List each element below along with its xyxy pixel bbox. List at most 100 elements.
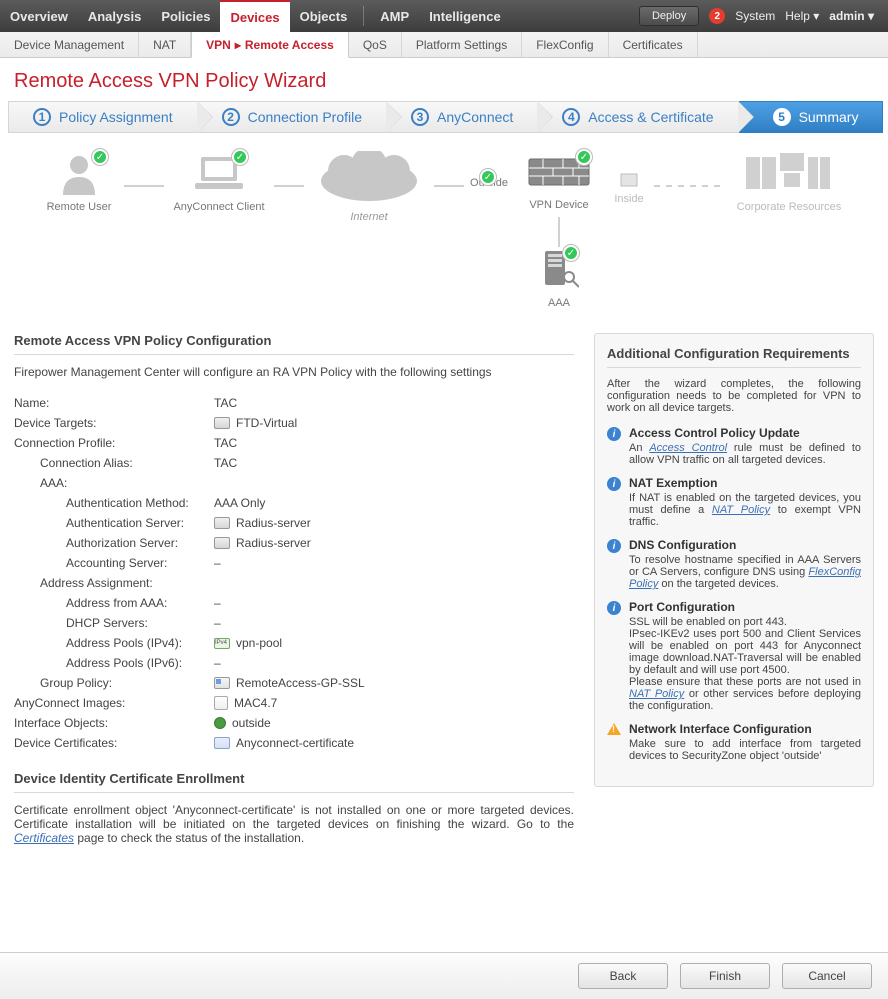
step-summary[interactable]: 5Summary xyxy=(739,101,884,133)
row-auth-method: Authentication Method:AAA Only xyxy=(14,493,574,513)
step-policy-assignment[interactable]: 1 Policy Assignment xyxy=(8,101,198,133)
node-outside: ✓ Outside xyxy=(464,151,514,189)
check-icon: ✓ xyxy=(480,169,496,185)
req-network-interface: Network Interface ConfigurationMake sure… xyxy=(607,722,861,762)
node-label: VPN Device xyxy=(529,199,588,211)
cancel-button[interactable]: Cancel xyxy=(782,963,872,989)
topnav-policies[interactable]: Policies xyxy=(151,0,220,32)
left-section-title: Remote Access VPN Policy Configuration xyxy=(14,333,574,348)
subtab-nat[interactable]: NAT xyxy=(139,32,191,57)
device-icon xyxy=(214,417,230,429)
topnav-amp[interactable]: AMP xyxy=(370,0,419,32)
nat-policy-link[interactable]: NAT Policy xyxy=(712,504,770,516)
chevron-right-icon: ▸ xyxy=(235,38,241,52)
subtab-vpn-remote-access[interactable]: VPN ▸ Remote Access xyxy=(191,32,349,58)
req-title: Access Control Policy Update xyxy=(629,426,861,440)
row-name: Name:TAC xyxy=(14,393,574,413)
subtab-certificates[interactable]: Certificates xyxy=(609,32,698,57)
node-label: Internet xyxy=(350,211,387,223)
subtab-platform-settings[interactable]: Platform Settings xyxy=(402,32,522,57)
node-internet: Internet xyxy=(304,151,434,223)
node-label: Corporate Resources xyxy=(737,201,842,213)
topnav-devices[interactable]: Devices xyxy=(220,0,289,32)
port-icon xyxy=(620,173,638,187)
step-number: 1 xyxy=(33,108,51,126)
node-inside: Inside xyxy=(604,151,654,205)
row-authz-server: Authorization Server:Radius-server xyxy=(14,533,574,553)
ip-pool-icon xyxy=(214,638,230,649)
row-anyconnect-images: AnyConnect Images:MAC4.7 xyxy=(14,693,574,713)
finish-button[interactable]: Finish xyxy=(680,963,770,989)
check-icon: ✓ xyxy=(563,245,579,261)
step-number: 4 xyxy=(562,108,580,126)
req-title: NAT Exemption xyxy=(629,476,861,490)
node-label: Remote User xyxy=(47,201,112,213)
node-label: AAA xyxy=(548,297,570,309)
row-interface-objects: Interface Objects:outside xyxy=(14,713,574,733)
page-title: Remote Access VPN Policy Wizard xyxy=(0,58,888,101)
subtab-qos[interactable]: QoS xyxy=(349,32,402,57)
step-number: 2 xyxy=(222,108,240,126)
req-nat-exemption: i NAT ExemptionIf NAT is enabled on the … xyxy=(607,476,861,528)
row-dhcp-servers: DHCP Servers:– xyxy=(14,613,574,633)
step-label: Connection Profile xyxy=(248,109,362,125)
row-connection-alias: Connection Alias:TAC xyxy=(14,453,574,473)
step-label: Access & Certificate xyxy=(588,109,713,125)
req-dns: i DNS ConfigurationTo resolve hostname s… xyxy=(607,538,861,590)
access-control-link[interactable]: Access Control xyxy=(649,442,727,454)
subtab-device-management[interactable]: Device Management xyxy=(0,32,139,57)
check-icon: ✓ xyxy=(92,149,108,165)
left-column: Remote Access VPN Policy Configuration F… xyxy=(14,333,574,845)
check-icon: ✓ xyxy=(232,149,248,165)
req-access-control: i Access Control Policy UpdateAn Access … xyxy=(607,426,861,466)
subtab-remote-access-label: Remote Access xyxy=(245,38,334,52)
deploy-button[interactable]: Deploy xyxy=(639,6,699,26)
back-button[interactable]: Back xyxy=(578,963,668,989)
row-device-targets: Device Targets:FTD-Virtual xyxy=(14,413,574,433)
right-section-title: Additional Configuration Requirements xyxy=(607,346,861,361)
step-label: Policy Assignment xyxy=(59,109,173,125)
subtab-vpn-label: VPN xyxy=(206,38,231,52)
requirements-panel: Additional Configuration Requirements Af… xyxy=(594,333,874,787)
topnav-objects[interactable]: Objects xyxy=(290,0,358,32)
row-address-pools-ipv6: Address Pools (IPv6):– xyxy=(14,653,574,673)
enroll-section-title: Device Identity Certificate Enrollment xyxy=(14,771,574,786)
row-device-certificates: Device Certificates:Anyconnect-certifica… xyxy=(14,733,574,753)
topnav-overview[interactable]: Overview xyxy=(0,0,78,32)
node-aaa: ✓ AAA xyxy=(539,247,579,309)
node-corporate-resources: Corporate Resources xyxy=(724,151,854,213)
main-content: Remote Access VPN Policy Configuration F… xyxy=(0,313,888,935)
row-address-from-aaa: Address from AAA:– xyxy=(14,593,574,613)
row-authn-server: Authentication Server:Radius-server xyxy=(14,513,574,533)
alert-badge-icon[interactable]: 2 xyxy=(709,8,725,24)
step-connection-profile[interactable]: 2 Connection Profile xyxy=(198,101,387,133)
step-number: 3 xyxy=(411,108,429,126)
info-icon: i xyxy=(607,477,621,491)
req-title: DNS Configuration xyxy=(629,538,861,552)
row-accounting-server: Accounting Server:– xyxy=(14,553,574,573)
subtab-flexconfig[interactable]: FlexConfig xyxy=(522,32,608,57)
right-intro-text: After the wizard completes, the followin… xyxy=(607,378,861,414)
right-column: Additional Configuration Requirements Af… xyxy=(594,333,874,845)
step-access-certificate[interactable]: 4 Access & Certificate xyxy=(538,101,738,133)
row-aaa: AAA: xyxy=(14,473,574,493)
topnav-analysis[interactable]: Analysis xyxy=(78,0,151,32)
topnav-system[interactable]: System xyxy=(735,9,775,23)
row-address-pools-ipv4: Address Pools (IPv4):vpn-pool xyxy=(14,633,574,653)
warning-icon xyxy=(607,723,621,735)
package-icon xyxy=(214,696,228,710)
topnav-intelligence[interactable]: Intelligence xyxy=(419,0,511,32)
req-title: Port Configuration xyxy=(629,600,861,614)
step-label: AnyConnect xyxy=(437,109,513,125)
certificates-link[interactable]: Certificates xyxy=(14,831,74,845)
topnav-user-menu[interactable]: admin ▾ xyxy=(829,9,874,23)
enroll-text: Certificate enrollment object 'Anyconnec… xyxy=(14,803,574,845)
step-anyconnect[interactable]: 3 AnyConnect xyxy=(387,101,538,133)
node-vpn-device: ✓ VPN Device ✓ AAA xyxy=(514,151,604,309)
topology-diagram: ✓ Remote User ✓ AnyConnect Client Intern… xyxy=(14,133,874,313)
step-number: 5 xyxy=(773,108,791,126)
topnav-help[interactable]: Help ▾ xyxy=(785,9,819,23)
servers-icon xyxy=(744,151,834,195)
nat-policy-link[interactable]: NAT Policy xyxy=(629,688,684,700)
row-connection-profile: Connection Profile:TAC xyxy=(14,433,574,453)
